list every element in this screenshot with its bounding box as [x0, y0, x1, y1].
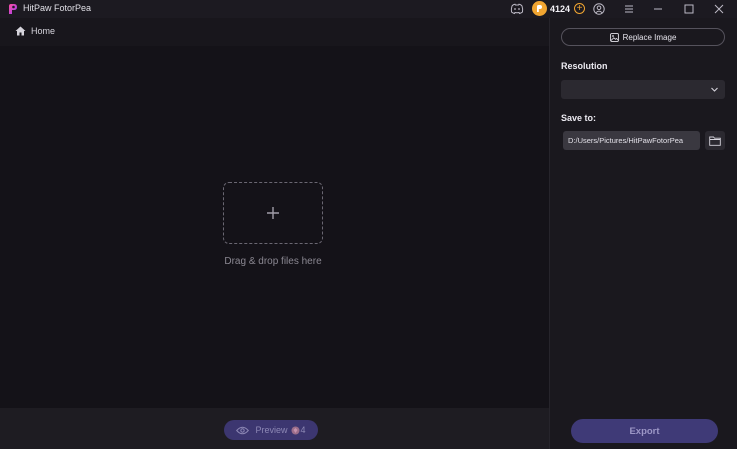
save-to-label: Save to: [561, 113, 597, 123]
minimize-icon[interactable] [653, 4, 663, 14]
save-path-field[interactable]: D:/Users/Pictures/HitPawFotorPea [563, 131, 700, 150]
export-label: Export [629, 425, 660, 437]
coin-icon [532, 1, 547, 16]
export-button[interactable]: Export [571, 419, 718, 443]
title-bar: HitPaw FotorPea 4124 + [0, 0, 737, 18]
credit-gem-icon [291, 426, 299, 434]
maximize-icon[interactable] [684, 4, 694, 14]
replace-image-label: Replace Image [622, 32, 677, 42]
drop-zone[interactable] [223, 182, 323, 244]
preview-button[interactable]: Preview 4 [224, 420, 318, 440]
menu-icon[interactable] [624, 4, 634, 14]
chevron-down-icon [711, 87, 718, 92]
canvas-area: Drag & drop files here [0, 46, 549, 408]
close-icon[interactable] [714, 4, 724, 14]
home-icon [15, 26, 26, 36]
account-icon[interactable] [593, 3, 605, 15]
eye-icon [236, 426, 250, 434]
bottom-bar: Preview 4 [0, 408, 549, 449]
app-title: HitPaw FotorPea [23, 3, 92, 13]
app-logo-icon [9, 4, 17, 14]
folder-icon [709, 136, 721, 146]
nav-bar: Home [0, 18, 549, 46]
credit-count: 4124 [550, 3, 571, 14]
browse-folder-button[interactable] [705, 131, 725, 150]
settings-panel: Replace Image Resolution Save to: D:/Use… [549, 18, 737, 449]
credits-display[interactable]: 4124 + [532, 1, 586, 16]
drop-hint: Drag & drop files here [224, 256, 322, 267]
home-label: Home [31, 26, 56, 36]
plus-icon [267, 207, 279, 219]
add-credits-icon[interactable]: + [574, 3, 586, 14]
preview-cost: 4 [300, 425, 306, 435]
preview-label: Preview [255, 425, 288, 435]
replace-image-button[interactable]: Replace Image [561, 28, 725, 46]
home-link[interactable]: Home [15, 26, 55, 36]
image-icon [609, 32, 619, 42]
resolution-select[interactable] [561, 80, 725, 99]
resolution-label: Resolution [561, 61, 608, 71]
discord-icon[interactable] [510, 3, 524, 15]
